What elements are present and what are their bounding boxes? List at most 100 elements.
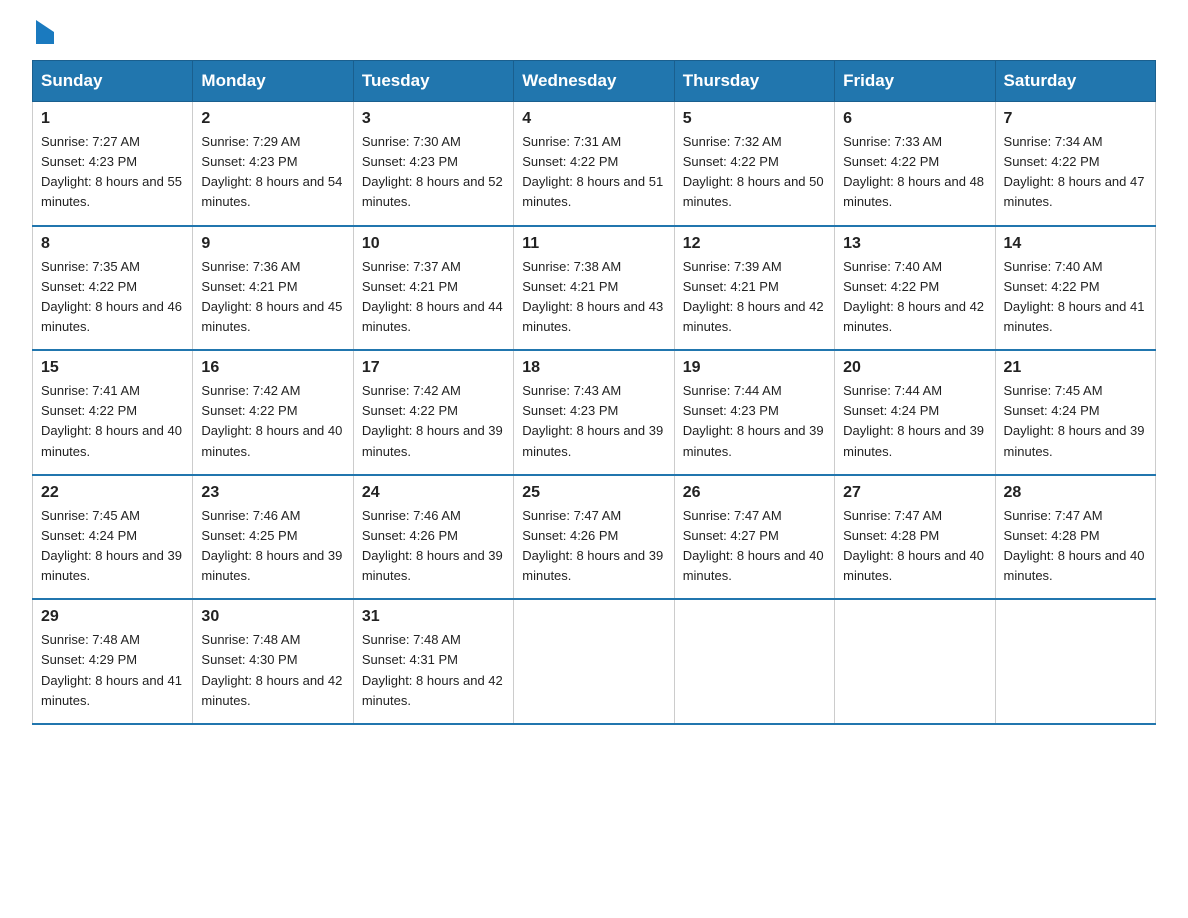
day-info: Sunrise: 7:45 AM Sunset: 4:24 PM Dayligh… (41, 506, 184, 587)
calendar-day-cell: 25 Sunrise: 7:47 AM Sunset: 4:26 PM Dayl… (514, 475, 674, 600)
day-info: Sunrise: 7:35 AM Sunset: 4:22 PM Dayligh… (41, 257, 184, 338)
daylight-label: Daylight: 8 hours and 43 minutes. (522, 299, 663, 334)
weekday-header-thursday: Thursday (674, 61, 834, 102)
sunrise-label: Sunrise: 7:31 AM (522, 134, 621, 149)
sunrise-label: Sunrise: 7:37 AM (362, 259, 461, 274)
day-info: Sunrise: 7:38 AM Sunset: 4:21 PM Dayligh… (522, 257, 665, 338)
sunset-label: Sunset: 4:23 PM (362, 154, 458, 169)
sunset-label: Sunset: 4:30 PM (201, 652, 297, 667)
calendar-day-cell: 31 Sunrise: 7:48 AM Sunset: 4:31 PM Dayl… (353, 599, 513, 724)
daylight-label: Daylight: 8 hours and 47 minutes. (1004, 174, 1145, 209)
calendar-week-row: 8 Sunrise: 7:35 AM Sunset: 4:22 PM Dayli… (33, 226, 1156, 351)
day-info: Sunrise: 7:31 AM Sunset: 4:22 PM Dayligh… (522, 132, 665, 213)
sunrise-label: Sunrise: 7:48 AM (41, 632, 140, 647)
sunset-label: Sunset: 4:22 PM (1004, 154, 1100, 169)
calendar-day-cell: 24 Sunrise: 7:46 AM Sunset: 4:26 PM Dayl… (353, 475, 513, 600)
day-info: Sunrise: 7:29 AM Sunset: 4:23 PM Dayligh… (201, 132, 344, 213)
sunrise-label: Sunrise: 7:40 AM (1004, 259, 1103, 274)
sunrise-label: Sunrise: 7:47 AM (522, 508, 621, 523)
calendar-week-row: 29 Sunrise: 7:48 AM Sunset: 4:29 PM Dayl… (33, 599, 1156, 724)
day-number: 21 (1004, 359, 1147, 377)
day-number: 6 (843, 110, 986, 128)
sunrise-label: Sunrise: 7:44 AM (683, 383, 782, 398)
sunset-label: Sunset: 4:22 PM (41, 403, 137, 418)
sunset-label: Sunset: 4:21 PM (683, 279, 779, 294)
day-number: 10 (362, 235, 505, 253)
calendar-day-cell: 19 Sunrise: 7:44 AM Sunset: 4:23 PM Dayl… (674, 350, 834, 475)
sunrise-label: Sunrise: 7:32 AM (683, 134, 782, 149)
daylight-label: Daylight: 8 hours and 40 minutes. (201, 423, 342, 458)
sunrise-label: Sunrise: 7:30 AM (362, 134, 461, 149)
sunset-label: Sunset: 4:29 PM (41, 652, 137, 667)
calendar-day-cell: 22 Sunrise: 7:45 AM Sunset: 4:24 PM Dayl… (33, 475, 193, 600)
daylight-label: Daylight: 8 hours and 46 minutes. (41, 299, 182, 334)
weekday-header-saturday: Saturday (995, 61, 1155, 102)
sunset-label: Sunset: 4:21 PM (362, 279, 458, 294)
daylight-label: Daylight: 8 hours and 42 minutes. (683, 299, 824, 334)
day-number: 15 (41, 359, 184, 377)
day-number: 2 (201, 110, 344, 128)
logo (32, 24, 54, 44)
sunrise-label: Sunrise: 7:48 AM (201, 632, 300, 647)
day-info: Sunrise: 7:48 AM Sunset: 4:31 PM Dayligh… (362, 630, 505, 711)
sunrise-label: Sunrise: 7:41 AM (41, 383, 140, 398)
calendar-table: SundayMondayTuesdayWednesdayThursdayFrid… (32, 60, 1156, 725)
day-number: 22 (41, 484, 184, 502)
daylight-label: Daylight: 8 hours and 39 minutes. (41, 548, 182, 583)
sunset-label: Sunset: 4:23 PM (201, 154, 297, 169)
daylight-label: Daylight: 8 hours and 40 minutes. (843, 548, 984, 583)
calendar-week-row: 1 Sunrise: 7:27 AM Sunset: 4:23 PM Dayli… (33, 102, 1156, 226)
sunrise-label: Sunrise: 7:39 AM (683, 259, 782, 274)
day-info: Sunrise: 7:43 AM Sunset: 4:23 PM Dayligh… (522, 381, 665, 462)
day-number: 4 (522, 110, 665, 128)
sunset-label: Sunset: 4:21 PM (522, 279, 618, 294)
calendar-day-cell: 3 Sunrise: 7:30 AM Sunset: 4:23 PM Dayli… (353, 102, 513, 226)
daylight-label: Daylight: 8 hours and 40 minutes. (1004, 548, 1145, 583)
daylight-label: Daylight: 8 hours and 45 minutes. (201, 299, 342, 334)
day-number: 3 (362, 110, 505, 128)
sunset-label: Sunset: 4:24 PM (41, 528, 137, 543)
calendar-day-cell: 26 Sunrise: 7:47 AM Sunset: 4:27 PM Dayl… (674, 475, 834, 600)
daylight-label: Daylight: 8 hours and 55 minutes. (41, 174, 182, 209)
day-number: 14 (1004, 235, 1147, 253)
sunrise-label: Sunrise: 7:42 AM (362, 383, 461, 398)
calendar-week-row: 15 Sunrise: 7:41 AM Sunset: 4:22 PM Dayl… (33, 350, 1156, 475)
sunset-label: Sunset: 4:26 PM (362, 528, 458, 543)
sunset-label: Sunset: 4:31 PM (362, 652, 458, 667)
day-number: 31 (362, 608, 505, 626)
sunset-label: Sunset: 4:27 PM (683, 528, 779, 543)
sunrise-label: Sunrise: 7:35 AM (41, 259, 140, 274)
sunset-label: Sunset: 4:23 PM (41, 154, 137, 169)
sunrise-label: Sunrise: 7:42 AM (201, 383, 300, 398)
sunrise-label: Sunrise: 7:38 AM (522, 259, 621, 274)
sunrise-label: Sunrise: 7:43 AM (522, 383, 621, 398)
day-info: Sunrise: 7:36 AM Sunset: 4:21 PM Dayligh… (201, 257, 344, 338)
calendar-day-cell (995, 599, 1155, 724)
day-info: Sunrise: 7:34 AM Sunset: 4:22 PM Dayligh… (1004, 132, 1147, 213)
day-info: Sunrise: 7:40 AM Sunset: 4:22 PM Dayligh… (843, 257, 986, 338)
day-info: Sunrise: 7:42 AM Sunset: 4:22 PM Dayligh… (362, 381, 505, 462)
sunrise-label: Sunrise: 7:40 AM (843, 259, 942, 274)
day-number: 1 (41, 110, 184, 128)
calendar-day-cell: 4 Sunrise: 7:31 AM Sunset: 4:22 PM Dayli… (514, 102, 674, 226)
daylight-label: Daylight: 8 hours and 52 minutes. (362, 174, 503, 209)
sunset-label: Sunset: 4:22 PM (522, 154, 618, 169)
day-info: Sunrise: 7:42 AM Sunset: 4:22 PM Dayligh… (201, 381, 344, 462)
day-number: 16 (201, 359, 344, 377)
sunset-label: Sunset: 4:28 PM (843, 528, 939, 543)
calendar-day-cell: 27 Sunrise: 7:47 AM Sunset: 4:28 PM Dayl… (835, 475, 995, 600)
day-info: Sunrise: 7:46 AM Sunset: 4:25 PM Dayligh… (201, 506, 344, 587)
day-info: Sunrise: 7:46 AM Sunset: 4:26 PM Dayligh… (362, 506, 505, 587)
sunrise-label: Sunrise: 7:45 AM (1004, 383, 1103, 398)
day-info: Sunrise: 7:27 AM Sunset: 4:23 PM Dayligh… (41, 132, 184, 213)
day-info: Sunrise: 7:33 AM Sunset: 4:22 PM Dayligh… (843, 132, 986, 213)
daylight-label: Daylight: 8 hours and 39 minutes. (683, 423, 824, 458)
daylight-label: Daylight: 8 hours and 41 minutes. (1004, 299, 1145, 334)
sunrise-label: Sunrise: 7:46 AM (201, 508, 300, 523)
day-info: Sunrise: 7:32 AM Sunset: 4:22 PM Dayligh… (683, 132, 826, 213)
daylight-label: Daylight: 8 hours and 40 minutes. (41, 423, 182, 458)
daylight-label: Daylight: 8 hours and 40 minutes. (683, 548, 824, 583)
daylight-label: Daylight: 8 hours and 39 minutes. (362, 548, 503, 583)
calendar-day-cell: 17 Sunrise: 7:42 AM Sunset: 4:22 PM Dayl… (353, 350, 513, 475)
calendar-day-cell: 6 Sunrise: 7:33 AM Sunset: 4:22 PM Dayli… (835, 102, 995, 226)
